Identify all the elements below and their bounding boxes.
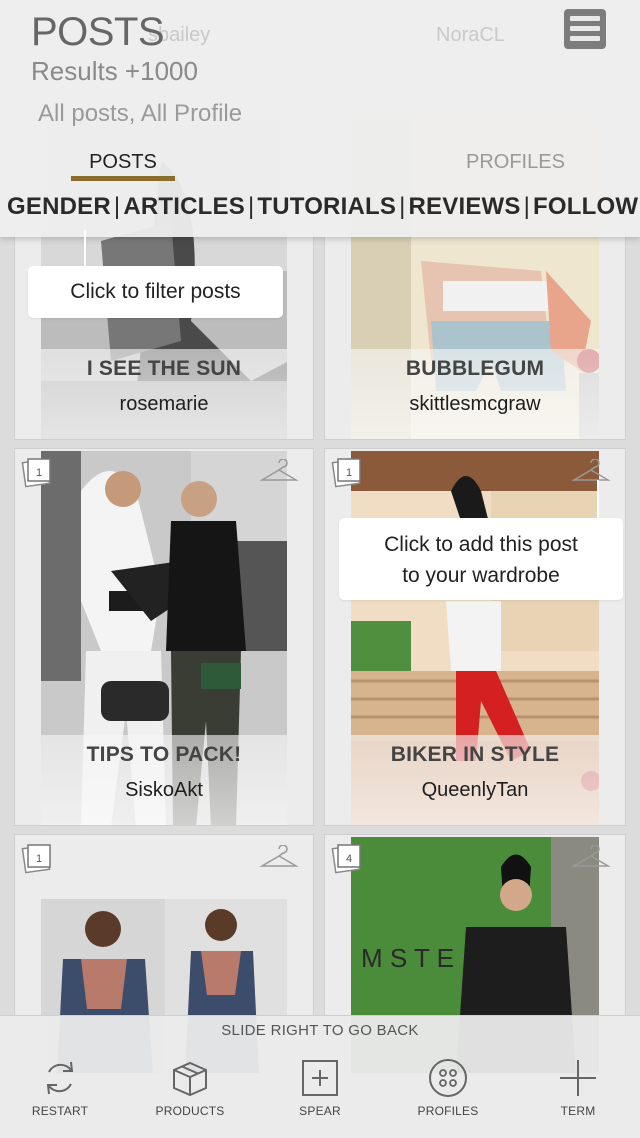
svg-text:1: 1 [36, 853, 42, 865]
svg-text:M S T E: M S T E [361, 943, 454, 973]
profiles-label: PROFILES [417, 1104, 479, 1118]
restart-icon [46, 1061, 74, 1095]
header: sbailey NoraCL POSTS Results +1000 All p… [0, 0, 640, 237]
post-card[interactable]: 1 BIKER IN STYLE QueenlyTan [324, 448, 626, 826]
post-caption: BIKER IN STYLE QueenlyTan [351, 735, 599, 825]
post-title: I SEE THE SUN [86, 357, 242, 380]
slide-hint: SLIDE RIGHT TO GO BACK [221, 1022, 419, 1039]
term-button[interactable]: TERM [518, 1058, 638, 1118]
photo-count-icon: 1 [21, 458, 51, 488]
hamburger-menu-icon[interactable] [564, 9, 606, 49]
bottom-nav: SLIDE RIGHT TO GO BACK RESTART PRODUCTS … [0, 1015, 640, 1138]
category-separator: | [247, 193, 255, 220]
tooltip-pointer [597, 480, 599, 520]
category-articles[interactable]: ARTICLES [123, 193, 245, 220]
hanger-icon[interactable] [259, 459, 299, 483]
photo-count-icon: 4 [331, 844, 361, 874]
category-separator: | [113, 193, 121, 220]
category-reviews[interactable]: REVIEWS [409, 193, 521, 220]
svg-text:1: 1 [346, 467, 352, 479]
spear-label: SPEAR [299, 1104, 341, 1118]
active-tab-indicator [71, 176, 175, 181]
plus-icon [560, 1060, 596, 1096]
post-username[interactable]: rosemarie [41, 393, 287, 416]
profiles-button[interactable]: PROFILES [388, 1058, 508, 1118]
post-username[interactable]: SiskoAkt [41, 779, 287, 802]
post-caption: I SEE THE SUN rosemarie [41, 349, 287, 439]
tooltip-pointer [84, 230, 86, 268]
tab-posts[interactable]: POSTS [72, 151, 174, 174]
photo-count-icon: 1 [331, 458, 361, 488]
tooltip-filter: Click to filter posts [28, 266, 283, 318]
tooltip-wardrobe-line2: to your wardrobe [402, 564, 560, 587]
ghost-username: NoraCL [436, 24, 505, 46]
post-username[interactable]: skittlesmcgraw [351, 393, 599, 416]
post-card[interactable]: 1 TIPS TO PACK! SiskoAkt [14, 448, 314, 826]
active-filters[interactable]: All posts, All Profile [38, 100, 242, 128]
post-title: BIKER IN STYLE [390, 743, 560, 766]
products-button[interactable]: PRODUCTS [130, 1058, 250, 1118]
category-gender[interactable]: GENDER [7, 193, 111, 220]
profiles-icon [429, 1059, 467, 1097]
category-bar: GENDER | ARTICLES | TUTORIALS | REVIEWS | FOLLOW [7, 193, 638, 221]
post-username[interactable]: QueenlyTan [351, 779, 599, 802]
tab-profiles[interactable]: PROFILES [466, 151, 565, 174]
post-title: BUBBLEGUM [405, 357, 545, 380]
results-count: Results +1000 [31, 56, 198, 86]
post-title: TIPS TO PACK! [86, 743, 242, 766]
photo-count-icon: 1 [21, 844, 51, 874]
post-caption: TIPS TO PACK! SiskoAkt [41, 735, 287, 825]
plus-square-icon [302, 1060, 338, 1096]
post-caption: BUBBLEGUM skittlesmcgraw [351, 349, 599, 439]
hanger-icon[interactable] [571, 459, 611, 483]
box-icon [173, 1061, 207, 1097]
products-label: PRODUCTS [155, 1104, 225, 1118]
page-title: POSTS [31, 10, 165, 54]
category-follow[interactable]: FOLLOW [533, 193, 638, 220]
category-separator: | [523, 193, 531, 220]
restart-button[interactable]: RESTART [0, 1058, 120, 1118]
category-tutorials[interactable]: TUTORIALS [257, 193, 396, 220]
svg-text:4: 4 [346, 853, 352, 865]
tooltip-filter-text: Click to filter posts [70, 280, 241, 303]
category-separator: | [399, 193, 406, 220]
hanger-icon[interactable] [259, 845, 299, 869]
spear-button[interactable]: SPEAR [260, 1058, 380, 1118]
tooltip-wardrobe-line1: Click to add this post [384, 533, 578, 556]
hanger-icon[interactable] [571, 845, 611, 869]
term-label: TERM [560, 1104, 596, 1118]
svg-text:1: 1 [36, 467, 42, 479]
restart-label: RESTART [31, 1104, 89, 1118]
tooltip-wardrobe: Click to add this post to your wardrobe [339, 518, 623, 600]
